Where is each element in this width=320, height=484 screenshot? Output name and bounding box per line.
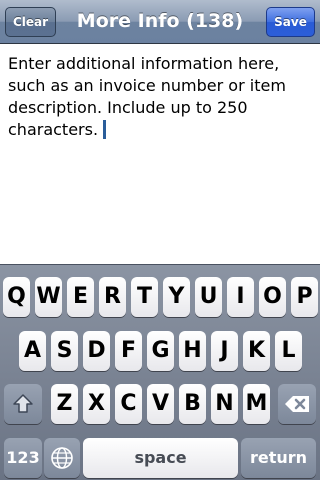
key-o[interactable]: O	[259, 277, 286, 317]
shift-arrow-icon	[13, 394, 33, 413]
key-g[interactable]: G	[147, 331, 174, 371]
globe-icon	[51, 447, 73, 469]
key-l[interactable]: L	[275, 331, 302, 371]
key-d[interactable]: D	[83, 331, 110, 371]
key-e[interactable]: E	[67, 277, 94, 317]
key-f[interactable]: F	[115, 331, 142, 371]
globe-key[interactable]	[44, 438, 80, 478]
text-area-value: Enter additional information here, such …	[8, 54, 286, 139]
key-q[interactable]: Q	[3, 277, 30, 317]
backspace-key[interactable]	[278, 384, 316, 424]
numbers-key[interactable]: 123	[4, 438, 42, 478]
key-u[interactable]: U	[195, 277, 222, 317]
more-info-text-area[interactable]: Enter additional information here, such …	[0, 44, 320, 264]
key-w[interactable]: W	[35, 277, 62, 317]
key-b[interactable]: B	[179, 384, 206, 424]
text-cursor	[103, 120, 107, 139]
key-z[interactable]: Z	[51, 384, 78, 424]
key-k[interactable]: K	[243, 331, 270, 371]
on-screen-keyboard: QWERTYUIOP ASDFGHJKL ZXCVBNM 123 space r…	[0, 264, 320, 480]
save-button[interactable]: Save	[266, 7, 315, 37]
key-h[interactable]: H	[179, 331, 206, 371]
text-area-content: Enter additional information here, such …	[8, 53, 308, 141]
navigation-bar: Clear More Info (138) Save	[0, 0, 320, 44]
clear-button[interactable]: Clear	[5, 7, 56, 37]
key-n[interactable]: N	[211, 384, 238, 424]
key-t[interactable]: T	[131, 277, 158, 317]
key-p[interactable]: P	[291, 277, 318, 317]
key-x[interactable]: X	[83, 384, 110, 424]
key-y[interactable]: Y	[163, 277, 190, 317]
key-a[interactable]: A	[19, 331, 46, 371]
key-j[interactable]: J	[211, 331, 238, 371]
backspace-icon	[285, 396, 309, 412]
key-c[interactable]: C	[115, 384, 142, 424]
key-v[interactable]: V	[147, 384, 174, 424]
key-m[interactable]: M	[243, 384, 270, 424]
shift-key[interactable]	[4, 384, 42, 424]
return-key[interactable]: return	[241, 438, 316, 478]
key-s[interactable]: S	[51, 331, 78, 371]
space-key[interactable]: space	[83, 438, 238, 478]
key-r[interactable]: R	[99, 277, 126, 317]
key-i[interactable]: I	[227, 277, 254, 317]
